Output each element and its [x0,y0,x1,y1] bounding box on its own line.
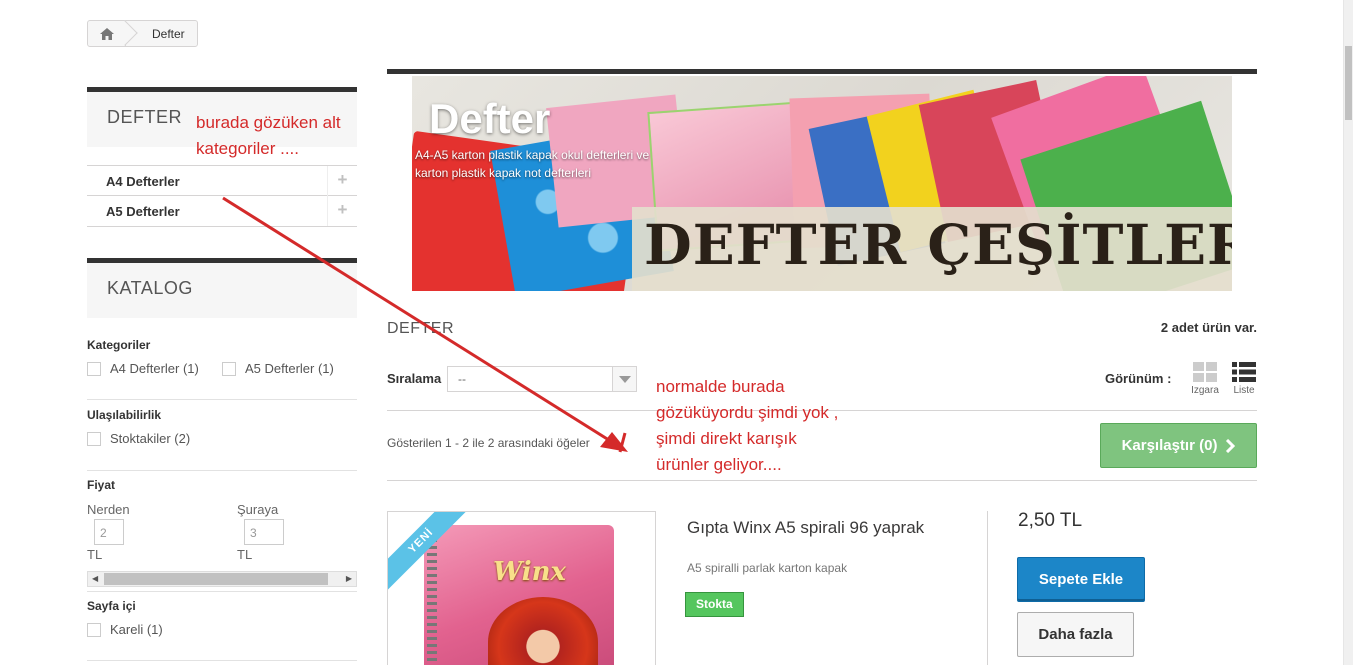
banner-image-text: DEFTER ÇEŞİTLERİ [644,212,1232,277]
filter-checkbox-a5[interactable]: A5 Defterler (1) [222,361,334,376]
product-price: 2,50 TL [1018,510,1083,531]
filter-option-label: A4 Defterler (1) [110,361,199,376]
slider-left-arrow-icon[interactable]: ◀ [92,574,98,583]
annotation-line: kategoriler .... [196,139,299,158]
annotation-line: gözüküyordu şimdi yok , [656,403,839,422]
product-image[interactable]: Winx YENİ [387,511,656,665]
filter-availability-label: Ulaşılabilirlik [87,408,162,422]
breadcrumb: Defter [87,20,198,47]
sidebar-item-a5-defterler[interactable]: A5 Defterler + [87,196,357,227]
sidebar-item-label: A5 Defterler [106,204,180,219]
home-icon [99,27,114,40]
filter-checkbox-kareli[interactable]: Kareli (1) [87,622,163,637]
product-count: 2 adet ürün var. [1160,320,1257,335]
annotation-note-1: burada gözüken alt kategoriler .... [196,110,341,162]
view-grid-button[interactable]: Izgara [1186,362,1224,396]
grid-icon [1193,362,1217,382]
view-label: Görünüm : [1105,371,1172,386]
filter-option-label: A5 Defterler (1) [245,361,334,376]
view-list-button[interactable]: Liste [1228,362,1260,396]
filter-divider [87,660,357,661]
content-top-border [387,69,1257,74]
page-scrollbar-thumb[interactable] [1345,46,1352,120]
filter-checkbox-a4[interactable]: A4 Defterler (1) [87,361,199,376]
more-info-button[interactable]: Daha fazla [1017,612,1134,657]
view-list-label: Liste [1233,385,1255,396]
product-name-link[interactable]: Gıpta Winx A5 spirali 96 yaprak [687,518,924,538]
banner-description: A4-A5 karton plastik kapak okul defterle… [415,148,650,180]
filter-divider [87,591,357,592]
product-divider [987,511,988,665]
chevron-right-icon [1226,438,1236,453]
compare-button-label: Karşılaştır (0) [1121,437,1218,454]
slider-right-arrow-icon[interactable]: ▶ [346,574,352,583]
filter-divider [87,399,357,400]
filter-option-label: Stoktakiler (2) [110,431,191,446]
sidebar-item-label: A4 Defterler [106,174,180,189]
price-from-currency: TL [87,547,103,562]
price-to-currency: TL [237,547,253,562]
chevron-down-icon[interactable] [612,367,636,391]
filter-divider [87,470,357,471]
annotation-note-2: normalde burada gözüküyordu şimdi yok , … [656,374,838,478]
sort-select-value: -- [458,372,466,386]
page-title: DEFTER [387,320,454,337]
banner-title: Defter [429,95,551,142]
price-from-label: Nerden [87,502,130,517]
price-from-input[interactable]: 2 [94,519,124,545]
annotation-line: burada gözüken alt [196,113,341,132]
view-grid-label: Izgara [1191,385,1219,396]
filter-price-label: Fiyat [87,478,116,492]
filter-option-label: Kareli (1) [110,622,163,637]
annotation-line: ürünler geliyor.... [656,455,782,474]
showing-text: Gösterilen 1 - 2 ile 2 arasındaki öğeler [387,436,590,450]
expand-plus-icon[interactable]: + [327,196,357,226]
checkbox[interactable] [87,361,101,376]
price-to-label: Şuraya [237,502,279,517]
product-logo-text: Winx [493,557,567,587]
sort-select[interactable]: -- [447,366,637,392]
price-to-input[interactable]: 3 [244,519,284,545]
compare-button[interactable]: Karşılaştır (0) [1100,423,1257,468]
filter-pages-label: Sayfa içi [87,599,136,613]
notebook-spiral [427,532,437,665]
sort-label: Sıralama [387,371,442,386]
price-slider-handle[interactable] [104,573,328,585]
listing-divider [387,480,1257,481]
category-banner: Defter A4-A5 karton plastik kapak okul d… [412,76,1232,291]
annotation-line: şimdi direkt karışık [656,429,797,448]
filter-checkbox-in-stock[interactable]: Stoktakiler (2) [87,431,190,446]
catalog-block-title: KATALOG [87,258,357,318]
checkbox[interactable] [222,361,236,376]
checkbox[interactable] [87,431,101,446]
breadcrumb-home-link[interactable] [88,21,126,46]
list-icon [1232,362,1256,382]
checkbox[interactable] [87,622,101,637]
sidebar-item-a4-defterler[interactable]: A4 Defterler + [87,165,357,196]
product-description: A5 spiralli parlak karton kapak [687,561,848,575]
filter-categories-label: Kategoriler [87,338,151,352]
annotation-line: normalde burada [656,377,785,396]
add-to-cart-button[interactable]: Sepete Ekle [1017,557,1145,602]
expand-plus-icon[interactable]: + [327,166,357,196]
stock-badge: Stokta [685,592,744,617]
